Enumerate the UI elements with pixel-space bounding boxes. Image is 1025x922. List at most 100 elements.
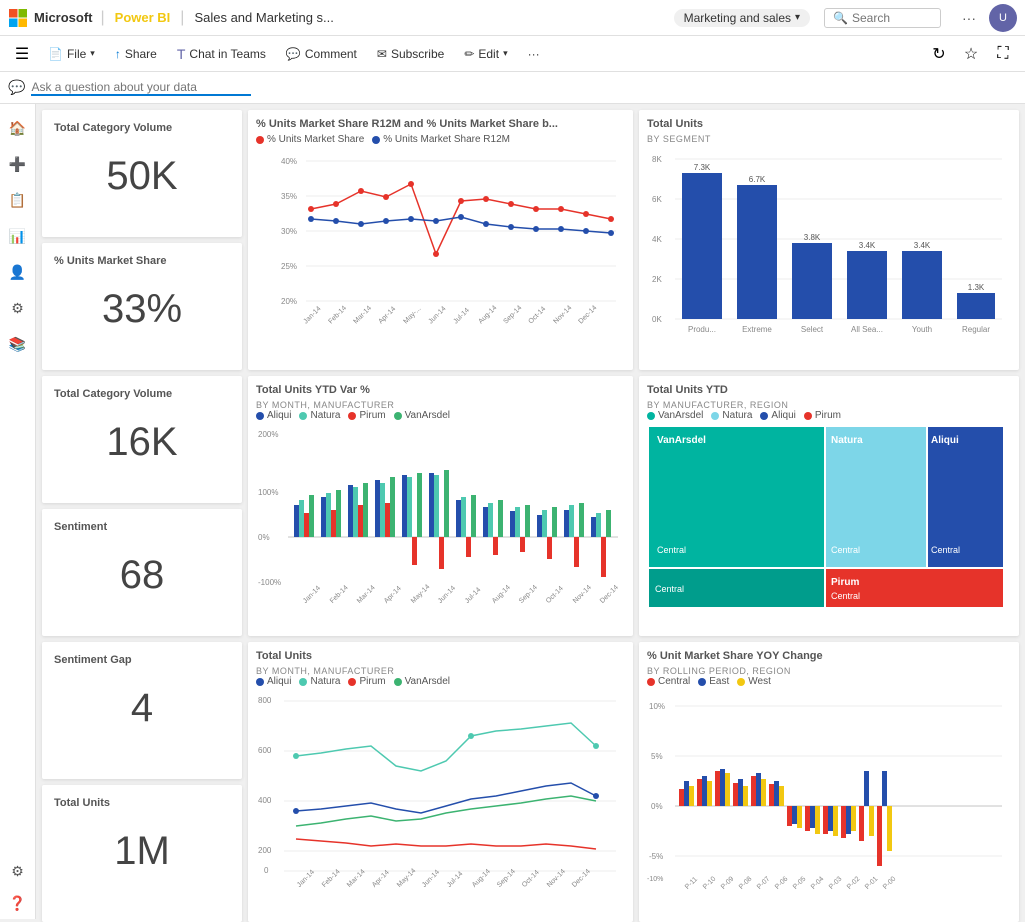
sidebar-feedback[interactable]: ❓ xyxy=(2,887,34,919)
svg-text:Produ...: Produ... xyxy=(688,325,716,334)
sidebar-apps[interactable]: ⚙ xyxy=(2,292,34,324)
svg-text:Aliqui: Aliqui xyxy=(931,435,959,446)
treemap-svg: VanArsdel Central Natura Central Aliqui … xyxy=(647,425,1005,610)
center-title-label: Marketing and sales xyxy=(684,11,791,25)
total-units-sm-value: 1M xyxy=(54,829,230,874)
line-chart-legend: % Units Market Share % Units Market Shar… xyxy=(256,134,625,145)
total-cat-vol-value: 50K xyxy=(54,154,230,199)
sidebar-bottom: ⚙ ❓ xyxy=(2,855,34,919)
edit-chevron-icon: ▾ xyxy=(503,48,508,59)
refresh-button[interactable]: ↻ xyxy=(925,40,953,68)
sentiment-title: Sentiment xyxy=(54,521,230,533)
report-selector[interactable]: Marketing and sales ▾ xyxy=(674,9,810,27)
sentiment-gap-title: Sentiment Gap xyxy=(54,654,230,666)
units-market-share-title: % Units Market Share xyxy=(54,255,230,267)
lbl-pirum-3: Pirum xyxy=(359,676,385,687)
sidebar-add[interactable]: ➕ xyxy=(2,148,34,180)
chevron-down-icon: ▾ xyxy=(795,12,800,23)
svg-text:Sep-14: Sep-14 xyxy=(502,304,523,325)
sidebar-browse[interactable]: 📋 xyxy=(2,184,34,216)
qa-input[interactable] xyxy=(31,80,251,96)
svg-text:Regular: Regular xyxy=(962,325,990,334)
legend-pirum-tm: Pirum xyxy=(804,410,841,421)
legend-dot-2 xyxy=(372,136,380,144)
total-cat-vol-2-card: Total Category Volume 16K xyxy=(42,376,242,503)
toolbar: ☰ 📄 File ▾ ↑ Share T Chat in Teams 💬 Com… xyxy=(0,36,1025,72)
dot-west xyxy=(737,678,745,686)
legend-label-1: % Units Market Share xyxy=(267,134,364,145)
label-pirum-tm: Pirum xyxy=(815,410,841,421)
microsoft-logo[interactable] xyxy=(8,8,28,28)
svg-text:Central: Central xyxy=(657,545,686,555)
lbl-vanarsdel-3: VanArsdel xyxy=(405,676,450,687)
search-input[interactable] xyxy=(852,11,932,25)
sidebar-person[interactable]: 👤 xyxy=(2,256,34,288)
user-avatar[interactable]: U xyxy=(989,4,1017,32)
total-cat-vol-2-value: 16K xyxy=(54,420,230,465)
svg-text:Jan-14: Jan-14 xyxy=(296,869,316,889)
more-button[interactable]: ··· xyxy=(520,43,548,65)
dot-aliqui xyxy=(256,412,264,420)
svg-text:Aug-14: Aug-14 xyxy=(477,304,498,325)
svg-text:Natura: Natura xyxy=(831,435,863,446)
label-aliqui: Aliqui xyxy=(267,410,291,421)
left-sidebar: 🏠 ➕ 📋 📊 👤 ⚙ 📚 ⚙ ❓ xyxy=(0,104,36,919)
leg-vanarsdel-3: VanArsdel xyxy=(394,676,450,687)
lbl-central: Central xyxy=(658,676,690,687)
svg-text:400: 400 xyxy=(258,796,272,805)
svg-text:P-02: P-02 xyxy=(846,875,861,890)
leg-central: Central xyxy=(647,676,690,687)
avatar-initials: U xyxy=(999,12,1007,24)
row1-left-col: Total Category Volume 50K % Units Market… xyxy=(42,110,242,370)
svg-text:-10%: -10% xyxy=(647,876,663,883)
comment-label: Comment xyxy=(305,47,357,61)
svg-text:Dec-14: Dec-14 xyxy=(599,584,620,605)
svg-text:P-01: P-01 xyxy=(864,875,879,890)
total-units-title: Total Units xyxy=(647,118,1011,130)
edit-button[interactable]: ✏ Edit ▾ xyxy=(456,43,515,65)
ytd-var-chart-card: Total Units YTD Var % BY MONTH, MANUFACT… xyxy=(248,376,633,636)
dot-natura-tm xyxy=(711,412,719,420)
svg-text:Jul-14: Jul-14 xyxy=(464,586,483,605)
svg-text:0K: 0K xyxy=(652,315,662,324)
file-label: File xyxy=(67,47,86,61)
ytd-var-subtitle: BY MONTH, MANUFACTURER xyxy=(256,400,625,410)
total-units-subtitle: BY SEGMENT xyxy=(647,134,1011,144)
chat-button[interactable]: T Chat in Teams xyxy=(169,42,274,66)
ytd-treemap-title: Total Units YTD xyxy=(647,384,1011,396)
ellipsis-button[interactable]: ··· xyxy=(955,4,983,32)
svg-text:Oct-14: Oct-14 xyxy=(527,306,547,326)
file-button[interactable]: 📄 File ▾ xyxy=(40,43,103,65)
yoy-subtitle: BY ROLLING PERIOD, REGION xyxy=(647,666,1011,676)
sidebar-data[interactable]: 📊 xyxy=(2,220,34,252)
bookmark-button[interactable]: ☆ xyxy=(957,40,985,68)
lbl-east: East xyxy=(709,676,729,687)
total-units-line-card: Total Units BY MONTH, MANUFACTURER Aliqu… xyxy=(248,642,633,922)
comment-button[interactable]: 💬 Comment xyxy=(278,43,365,65)
total-category-volume-card: Total Category Volume 50K xyxy=(42,110,242,237)
legend-vanarsdel-tm: VanArsdel xyxy=(647,410,703,421)
share-button[interactable]: ↑ Share xyxy=(107,43,165,65)
leg-pirum-3: Pirum xyxy=(348,676,385,687)
sentiment-card: Sentiment 68 xyxy=(42,509,242,636)
leg-aliqui-3: Aliqui xyxy=(256,676,291,687)
yoy-svg: 10% 5% 0% -5% -10% xyxy=(647,691,1005,901)
sidebar-learn[interactable]: 📚 xyxy=(2,328,34,360)
svg-text:4K: 4K xyxy=(652,235,662,244)
sidebar-settings[interactable]: ⚙ xyxy=(2,855,34,887)
lbl-aliqui-3: Aliqui xyxy=(267,676,291,687)
svg-text:800: 800 xyxy=(258,696,272,705)
svg-text:P-06: P-06 xyxy=(774,875,789,890)
hamburger-icon: ☰ xyxy=(15,44,29,64)
dot-natura xyxy=(299,412,307,420)
search-box[interactable]: 🔍 xyxy=(824,8,941,28)
subscribe-button[interactable]: ✉ Subscribe xyxy=(369,43,452,65)
sidebar-home[interactable]: 🏠 xyxy=(2,112,34,144)
hamburger-button[interactable]: ☰ xyxy=(8,40,36,68)
refresh-icon: ↻ xyxy=(932,44,945,64)
svg-text:P-09: P-09 xyxy=(720,875,735,890)
fullscreen-button[interactable]: ⛶ xyxy=(989,40,1017,68)
label-vanarsdel: VanArsdel xyxy=(405,410,450,421)
total-units-line-svg: 800 600 400 200 0 xyxy=(256,691,621,896)
legend-pirum: Pirum xyxy=(348,410,385,421)
